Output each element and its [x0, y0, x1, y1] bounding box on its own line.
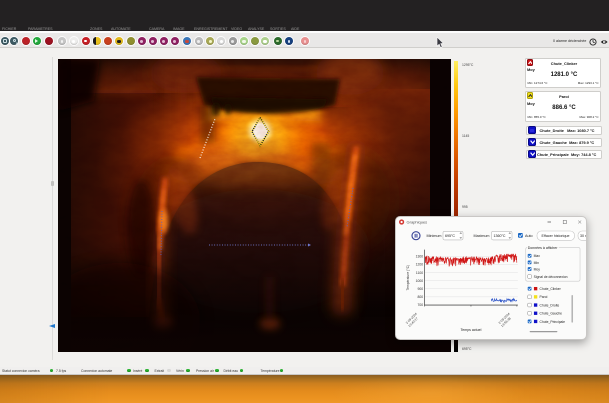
svg-text:Chute_Principale: Chute_Principale	[539, 319, 565, 323]
svg-text:1000: 1000	[415, 278, 423, 282]
svg-text:Min: Min	[533, 260, 539, 264]
svg-text:Chute_Droite: Chute_Droite	[539, 303, 559, 307]
svg-text:Chute_Gauche: Chute_Gauche	[539, 311, 562, 315]
svg-text:700: 700	[417, 303, 423, 307]
svg-text:1200: 1200	[415, 262, 423, 266]
svg-text:Max: Max	[533, 254, 540, 258]
svg-text:Chute_Clinker: Chute_Clinker	[539, 287, 561, 291]
svg-text:Temps actuel: Temps actuel	[460, 328, 481, 332]
svg-text:Température (°C): Température (°C)	[405, 264, 409, 290]
svg-text:1300: 1300	[415, 254, 423, 258]
svg-text:Données à afficher: Données à afficher	[527, 246, 558, 250]
svg-text:Paroi: Paroi	[539, 295, 547, 299]
svg-text:800: 800	[417, 295, 423, 299]
svg-text:Moy: Moy	[533, 267, 540, 271]
svg-text:Signal de déconnexion: Signal de déconnexion	[533, 274, 567, 278]
svg-text:900: 900	[417, 286, 423, 290]
svg-text:1100: 1100	[415, 270, 422, 274]
